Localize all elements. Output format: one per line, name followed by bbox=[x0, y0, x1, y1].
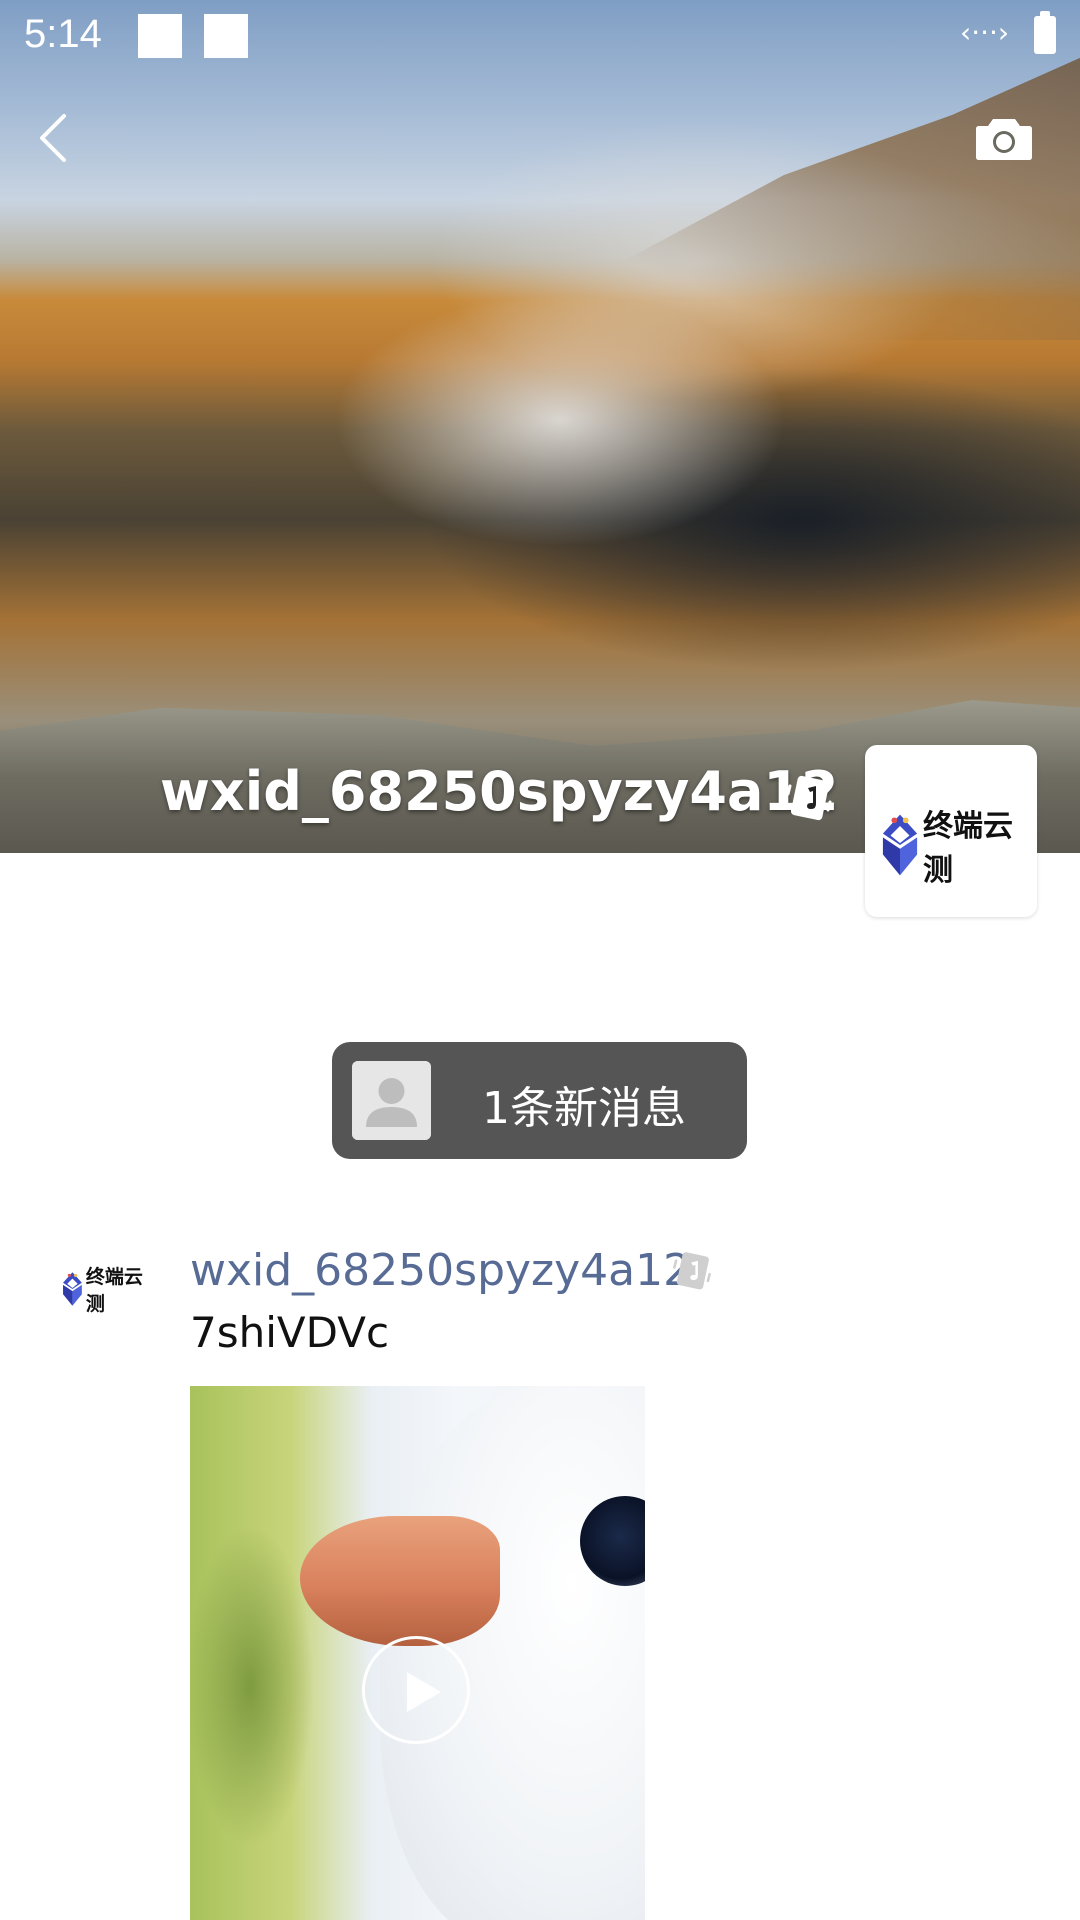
battery-icon bbox=[1034, 11, 1056, 54]
profile-avatar[interactable]: 终端云测 bbox=[865, 745, 1037, 917]
cover-mountain bbox=[560, 40, 1080, 340]
cover-photo[interactable] bbox=[0, 0, 1080, 853]
camera-icon bbox=[976, 119, 1032, 160]
new-message-notice[interactable]: 1条新消息 bbox=[332, 1042, 747, 1159]
logo: 终端云测 bbox=[62, 1262, 152, 1316]
camera-button[interactable] bbox=[975, 115, 1033, 161]
music-note-badge-icon bbox=[672, 1249, 712, 1291]
cover-username[interactable]: wxid_68250spyzy4a12 bbox=[160, 760, 839, 823]
music-note-badge-icon bbox=[786, 772, 832, 822]
post-avatar[interactable]: 终端云测 bbox=[62, 1262, 152, 1322]
logo: 终端云测 bbox=[881, 801, 1037, 889]
default-avatar-icon bbox=[352, 1061, 431, 1140]
play-icon[interactable] bbox=[362, 1636, 470, 1744]
notification-icon bbox=[138, 14, 182, 58]
notification-icon bbox=[204, 14, 248, 58]
diamond-logo-icon bbox=[882, 814, 918, 876]
chevron-left-icon bbox=[40, 114, 66, 162]
back-button[interactable] bbox=[30, 108, 80, 168]
logo-text: 终端云测 bbox=[85, 1266, 143, 1315]
status-bar: 5:14 ‹···› bbox=[0, 0, 1080, 72]
new-message-text: 1条新消息 bbox=[482, 1083, 686, 1134]
diamond-logo-icon bbox=[63, 1272, 82, 1306]
post-username[interactable]: wxid_68250spyzy4a12 bbox=[190, 1245, 691, 1296]
post-text: 7shiVDVc bbox=[190, 1308, 390, 1357]
duck-beak bbox=[300, 1516, 500, 1646]
video-thumbnail[interactable] bbox=[190, 1386, 645, 1920]
logo-text: 终端云测 bbox=[923, 809, 1013, 888]
status-time: 5:14 bbox=[24, 12, 102, 56]
code-icon: ‹···› bbox=[960, 16, 1010, 49]
